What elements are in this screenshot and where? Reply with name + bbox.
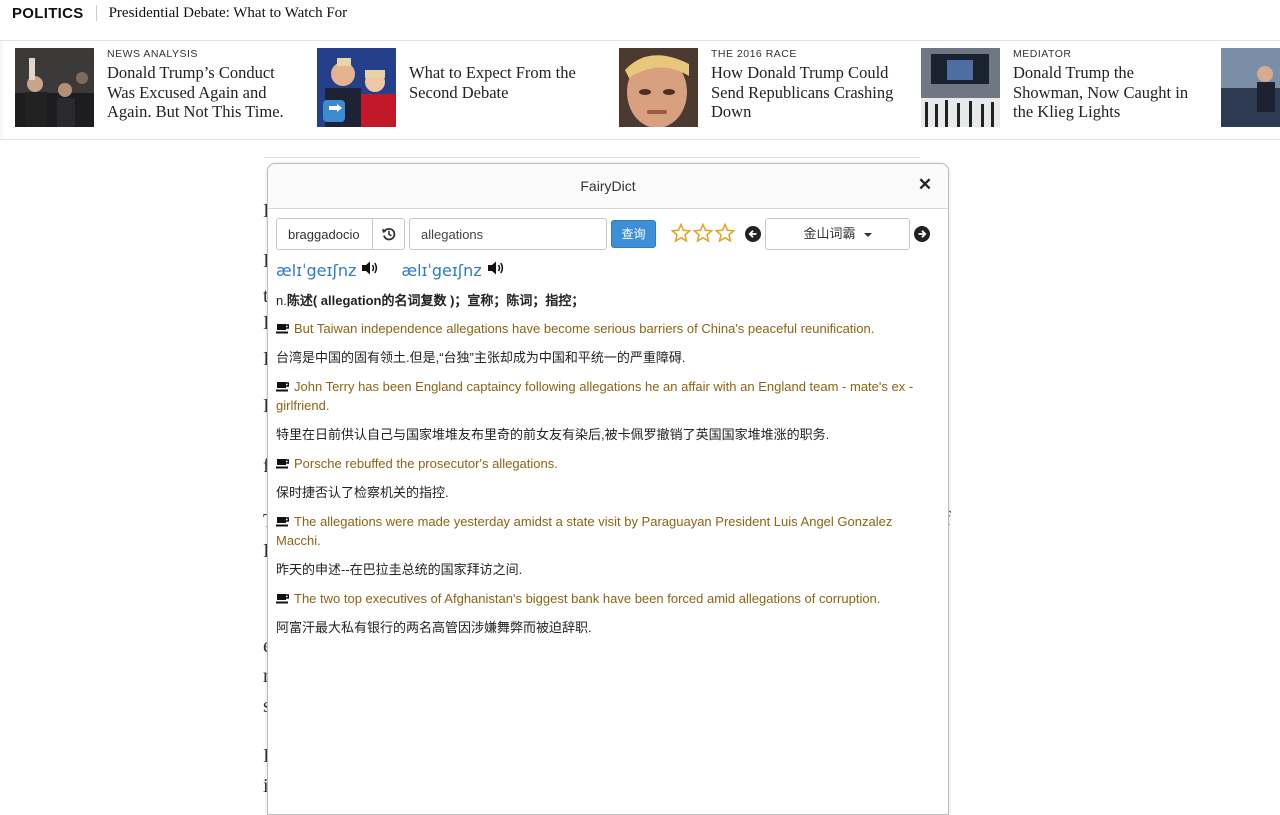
fairydict-window: FairyDict ✕ braggadocio 查询 (267, 163, 949, 815)
phonetic-uk: ælɪˈgeɪʃnz (276, 260, 357, 280)
phonetic-us: ælɪˈgeɪʃnz (401, 260, 482, 280)
story-thumbnail (317, 48, 396, 127)
example-zh: 阿富汗最大私有银行的两名高管因涉嫌舞弊而被迫辞职. (276, 620, 592, 635)
rating-stars[interactable] (671, 223, 735, 243)
next-dict-button[interactable] (914, 226, 930, 242)
example-zh: 台湾是中国的固有领土.但是,“台独”主张却成为中国和平统一的严重障碍. (276, 350, 686, 365)
top-bar: POLITICS Presidential Debate: What to Wa… (0, 0, 1280, 26)
example-en: Porsche rebuffed the prosecutor's allega… (276, 454, 938, 473)
prev-dict-button[interactable] (745, 226, 761, 242)
definition: n.陈述( allegation的名词复数 )；宣称；陈词；指控； (276, 290, 584, 309)
story-thumbnail (921, 48, 1000, 127)
story-thumbnail (15, 48, 94, 127)
history-dropdown[interactable]: braggadocio (276, 218, 405, 250)
story-kicker: NEWS ANALYSIS (107, 48, 198, 60)
dict-header[interactable]: FairyDict ✕ (268, 164, 948, 209)
example-icon (276, 517, 289, 527)
dict-title: FairyDict (580, 178, 636, 194)
close-button[interactable]: ✕ (916, 176, 934, 194)
story-card[interactable] (1211, 41, 1280, 139)
speaker-icon[interactable] (361, 260, 379, 281)
example-list: But Taiwan independence allegations have… (276, 319, 938, 647)
arrow-left-icon (748, 230, 757, 238)
phonetics-row: ælɪˈgeɪʃnz ælɪˈgeɪʃnz (276, 259, 527, 281)
part-of-speech: n. (276, 293, 287, 308)
example-icon (276, 382, 289, 392)
example-en: The two top executives of Afghanistan's … (276, 589, 938, 608)
history-value: braggadocio (288, 227, 360, 242)
story-card[interactable]: THE 2016 RACE How Donald Trump Could Sen… (607, 41, 910, 139)
speaker-icon[interactable] (487, 260, 505, 281)
example-en: The allegations were made yesterday amid… (276, 514, 893, 548)
star-icon[interactable] (715, 223, 735, 243)
example-zh: 昨天的申述--在巴拉圭总统的国家拜访之间. (276, 562, 523, 577)
article-divider (264, 157, 920, 158)
example-icon (276, 459, 289, 469)
example-icon (276, 324, 289, 334)
example-icon (276, 594, 289, 604)
definition-text: 陈述( allegation的名词复数 )；宣称；陈词；指控； (286, 293, 585, 308)
story-title[interactable]: What to Expect From the Second Debate (409, 63, 601, 102)
star-icon[interactable] (693, 223, 713, 243)
close-icon: ✕ (917, 175, 933, 194)
example-en: John Terry has been England captaincy fo… (276, 379, 914, 413)
story-kicker: MEDIATOR (1013, 48, 1072, 60)
divider (95, 5, 97, 21)
story-title[interactable]: Donald Trump the Showman, Now Caught in … (1013, 63, 1205, 122)
story-title[interactable]: How Donald Trump Could Send Republicans … (711, 63, 903, 122)
story-card[interactable]: What to Expect From the Second Debate (305, 41, 608, 139)
history-button[interactable] (372, 219, 404, 249)
arrow-right-icon (918, 230, 927, 238)
caret-down-icon (863, 232, 872, 237)
story-card[interactable]: MEDIATOR Donald Trump the Showman, Now C… (909, 41, 1212, 139)
example-zh: 特里在日前供认自己与国家堆堆友布里奇的前女友有染后,被卡佩罗撤销了英国国家堆堆涨… (276, 427, 830, 442)
section-link[interactable]: POLITICS (12, 5, 84, 22)
headline-link[interactable]: Presidential Debate: What to Watch For (109, 5, 348, 22)
star-icon[interactable] (671, 223, 691, 243)
story-card[interactable]: NEWS ANALYSIS Donald Trump’s Conduct Was… (3, 41, 306, 139)
search-input[interactable] (409, 218, 607, 250)
story-thumbnail (619, 48, 698, 127)
query-button[interactable]: 查询 (611, 220, 656, 248)
story-thumbnail (1221, 48, 1280, 127)
dict-toolbar: braggadocio 查询 金山词霸 (276, 218, 940, 250)
example-en: But Taiwan independence allegations have… (276, 319, 938, 338)
example-zh: 保时捷否认了检察机关的指控. (276, 485, 449, 500)
story-kicker: THE 2016 RACE (711, 48, 797, 60)
story-strip: NEWS ANALYSIS Donald Trump’s Conduct Was… (0, 40, 1280, 140)
story-title[interactable]: Donald Trump’s Conduct Was Excused Again… (107, 63, 299, 122)
dictionary-select[interactable]: 金山词霸 (765, 218, 910, 250)
history-icon (381, 228, 395, 241)
dictionary-name: 金山词霸 (803, 226, 856, 241)
